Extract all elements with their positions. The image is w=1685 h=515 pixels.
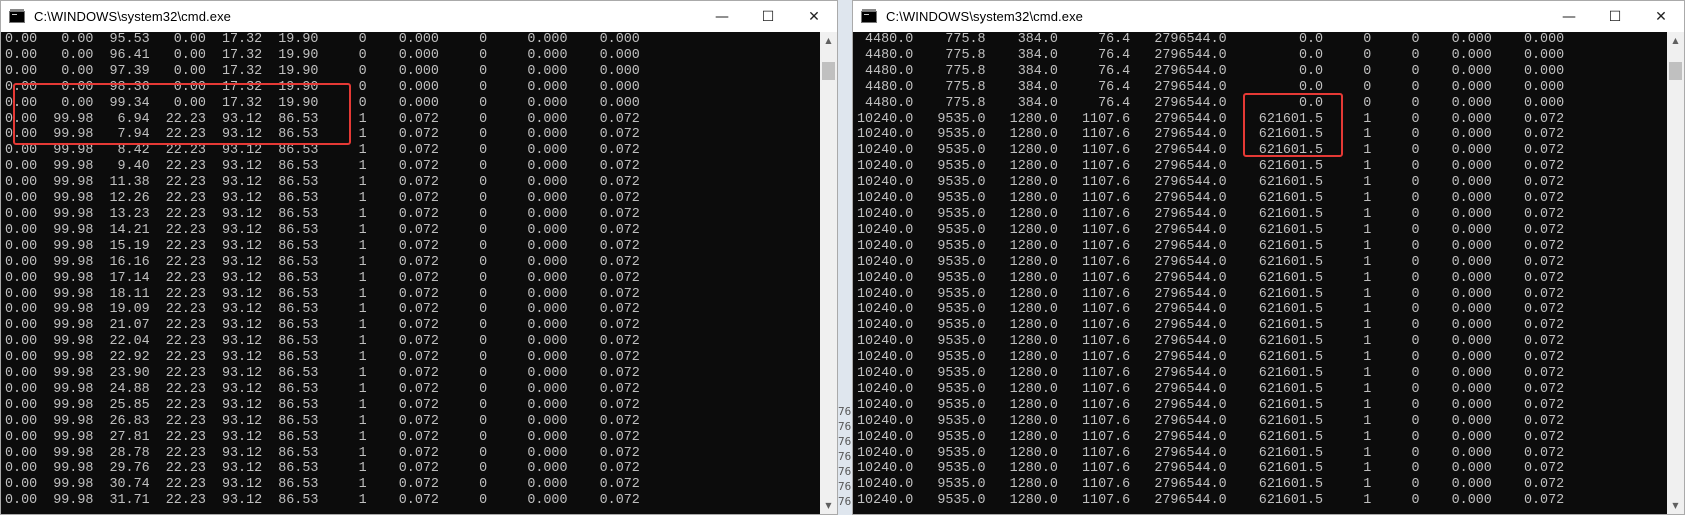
console-line: 10240.0 9535.0 1280.0 1107.6 2796544.0 6…: [857, 206, 1565, 222]
red-highlight-box-right: [1243, 93, 1343, 157]
console-line: 0.00 99.98 9.40 22.23 93.12 86.53 1 0.07…: [5, 159, 640, 175]
console-line: 10240.0 9535.0 1280.0 1107.6 2796544.0 6…: [857, 159, 1565, 175]
console-line: 0.00 99.98 28.78 22.23 93.12 86.53 1 0.0…: [5, 445, 640, 461]
console-line: 10240.0 9535.0 1280.0 1107.6 2796544.0 6…: [857, 254, 1565, 270]
console-line: 10240.0 9535.0 1280.0 1107.6 2796544.0 6…: [857, 191, 1565, 207]
console-line: 10240.0 9535.0 1280.0 1107.6 2796544.0 6…: [857, 477, 1565, 493]
console-line: 0.00 99.98 22.04 22.23 93.12 86.53 1 0.0…: [5, 334, 640, 350]
console-line: 0.00 99.98 16.16 22.23 93.12 86.53 1 0.0…: [5, 254, 640, 270]
minimize-button[interactable]: —: [1546, 1, 1592, 32]
window-controls: — ☐ ✕: [699, 1, 837, 32]
console-line: 0.00 99.98 18.11 22.23 93.12 86.53 1 0.0…: [5, 286, 640, 302]
console-line: 0.00 99.98 22.92 22.23 93.12 86.53 1 0.0…: [5, 350, 640, 366]
title-bar[interactable]: C:\WINDOWS\system32\cmd.exe — ☐ ✕: [853, 1, 1684, 32]
console-line: 10240.0 9535.0 1280.0 1107.6 2796544.0 6…: [857, 461, 1565, 477]
background-text-fragment: 76.: [838, 435, 852, 448]
console-line: 0.00 99.98 15.19 22.23 93.12 86.53 1 0.0…: [5, 238, 640, 254]
console-line: 10240.0 9535.0 1280.0 1107.6 2796544.0 6…: [857, 318, 1565, 334]
console-line: 10240.0 9535.0 1280.0 1107.6 2796544.0 6…: [857, 429, 1565, 445]
title-bar[interactable]: C:\WINDOWS\system32\cmd.exe — ☐ ✕: [1, 1, 837, 32]
background-text-fragments: 76. 76. 76. 76. 76. 76. 76.: [838, 404, 852, 509]
console-line: 4480.0 775.8 384.0 76.4 2796544.0 0.0 0 …: [857, 63, 1565, 79]
minimize-button[interactable]: —: [699, 1, 745, 32]
cmd-window-right: C:\WINDOWS\system32\cmd.exe — ☐ ✕ 4480.0…: [852, 0, 1685, 515]
console-line: 4480.0 775.8 384.0 76.4 2796544.0 0.0 0 …: [857, 79, 1565, 95]
vertical-scrollbar[interactable]: ▲ ▼: [1667, 32, 1684, 514]
console-line: 4480.0 775.8 384.0 76.4 2796544.0 0.0 0 …: [857, 32, 1565, 47]
console-line: 10240.0 9535.0 1280.0 1107.6 2796544.0 6…: [857, 127, 1565, 143]
console-line: 0.00 99.98 23.90 22.23 93.12 86.53 1 0.0…: [5, 366, 640, 382]
console-line: 10240.0 9535.0 1280.0 1107.6 2796544.0 6…: [857, 334, 1565, 350]
console-line: 0.00 99.98 24.88 22.23 93.12 86.53 1 0.0…: [5, 381, 640, 397]
console-line: 0.00 99.98 21.07 22.23 93.12 86.53 1 0.0…: [5, 318, 640, 334]
console-line: 0.00 99.98 8.42 22.23 93.12 86.53 1 0.07…: [5, 143, 640, 159]
scroll-down-arrow-icon[interactable]: ▼: [1667, 497, 1684, 514]
console-line: 4480.0 775.8 384.0 76.4 2796544.0 0.0 0 …: [857, 47, 1565, 63]
background-window-strip: 76. 76. 76. 76. 76. 76. 76.: [838, 0, 852, 515]
console-line: 0.00 0.00 95.53 0.00 17.32 19.90 0 0.000…: [5, 32, 640, 47]
maximize-button[interactable]: ☐: [745, 1, 791, 32]
console-app-icon[interactable]: [9, 8, 25, 23]
background-text-fragment: 76.: [838, 450, 852, 463]
close-button[interactable]: ✕: [791, 1, 837, 32]
console-line: 10240.0 9535.0 1280.0 1107.6 2796544.0 6…: [857, 397, 1565, 413]
background-text-fragment: 76.: [838, 420, 852, 433]
console-line: 0.00 0.00 96.41 0.00 17.32 19.90 0 0.000…: [5, 47, 640, 63]
cmd-window-left: C:\WINDOWS\system32\cmd.exe — ☐ ✕ 0.00 0…: [0, 0, 838, 515]
console-line: 10240.0 9535.0 1280.0 1107.6 2796544.0 6…: [857, 302, 1565, 318]
console-line: 10240.0 9535.0 1280.0 1107.6 2796544.0 6…: [857, 381, 1565, 397]
console-line: 10240.0 9535.0 1280.0 1107.6 2796544.0 6…: [857, 366, 1565, 382]
maximize-button[interactable]: ☐: [1592, 1, 1638, 32]
console-app-icon[interactable]: [861, 8, 877, 23]
console-line: 0.00 99.98 14.21 22.23 93.12 86.53 1 0.0…: [5, 222, 640, 238]
background-text-fragment: 76.: [838, 465, 852, 478]
console-line: 0.00 99.98 30.74 22.23 93.12 86.53 1 0.0…: [5, 477, 640, 493]
console-line: 0.00 99.98 17.14 22.23 93.12 86.53 1 0.0…: [5, 270, 640, 286]
console-line: 0.00 99.98 13.23 22.23 93.12 86.53 1 0.0…: [5, 206, 640, 222]
vertical-scrollbar[interactable]: ▲ ▼: [820, 32, 837, 514]
console-line: 0.00 99.98 11.38 22.23 93.12 86.53 1 0.0…: [5, 175, 640, 191]
console-line: 10240.0 9535.0 1280.0 1107.6 2796544.0 6…: [857, 493, 1565, 509]
console-line: 10240.0 9535.0 1280.0 1107.6 2796544.0 6…: [857, 350, 1565, 366]
console-line: 0.00 99.98 26.83 22.23 93.12 86.53 1 0.0…: [5, 413, 640, 429]
console-line: 10240.0 9535.0 1280.0 1107.6 2796544.0 6…: [857, 445, 1565, 461]
background-text-fragment: 76.: [838, 405, 852, 418]
console-line: 10240.0 9535.0 1280.0 1107.6 2796544.0 6…: [857, 238, 1565, 254]
close-button[interactable]: ✕: [1638, 1, 1684, 32]
red-highlight-box-left: [13, 83, 351, 145]
console-line: 0.00 99.98 19.09 22.23 93.12 86.53 1 0.0…: [5, 302, 640, 318]
console-line: 10240.0 9535.0 1280.0 1107.6 2796544.0 6…: [857, 143, 1565, 159]
window-title: C:\WINDOWS\system32\cmd.exe: [886, 9, 1084, 24]
console-line: 0.00 99.98 27.81 22.23 93.12 86.53 1 0.0…: [5, 429, 640, 445]
window-controls: — ☐ ✕: [1546, 1, 1684, 32]
console-line: 0.00 99.98 12.26 22.23 93.12 86.53 1 0.0…: [5, 191, 640, 207]
scrollbar-thumb[interactable]: [822, 62, 835, 80]
console-line: 0.00 99.98 31.71 22.23 93.12 86.53 1 0.0…: [5, 493, 640, 509]
console-line: 0.00 99.98 25.85 22.23 93.12 86.53 1 0.0…: [5, 397, 640, 413]
background-text-fragment: 76.: [838, 480, 852, 493]
console-line: 10240.0 9535.0 1280.0 1107.6 2796544.0 6…: [857, 270, 1565, 286]
console-line: 0.00 99.98 29.76 22.23 93.12 86.53 1 0.0…: [5, 461, 640, 477]
scroll-up-arrow-icon[interactable]: ▲: [1667, 32, 1684, 49]
console-line: 10240.0 9535.0 1280.0 1107.6 2796544.0 6…: [857, 413, 1565, 429]
console-line: 4480.0 775.8 384.0 76.4 2796544.0 0.0 0 …: [857, 95, 1565, 111]
scroll-up-arrow-icon[interactable]: ▲: [820, 32, 837, 49]
scrollbar-thumb[interactable]: [1669, 62, 1682, 80]
console-line: 10240.0 9535.0 1280.0 1107.6 2796544.0 6…: [857, 222, 1565, 238]
console-line: 10240.0 9535.0 1280.0 1107.6 2796544.0 6…: [857, 175, 1565, 191]
console-line: 0.00 0.00 97.39 0.00 17.32 19.90 0 0.000…: [5, 63, 640, 79]
console-line: 10240.0 9535.0 1280.0 1107.6 2796544.0 6…: [857, 111, 1565, 127]
scroll-down-arrow-icon[interactable]: ▼: [820, 497, 837, 514]
console-line: 10240.0 9535.0 1280.0 1107.6 2796544.0 6…: [857, 286, 1565, 302]
window-title: C:\WINDOWS\system32\cmd.exe: [34, 9, 232, 24]
background-text-fragment: 76.: [838, 495, 852, 508]
